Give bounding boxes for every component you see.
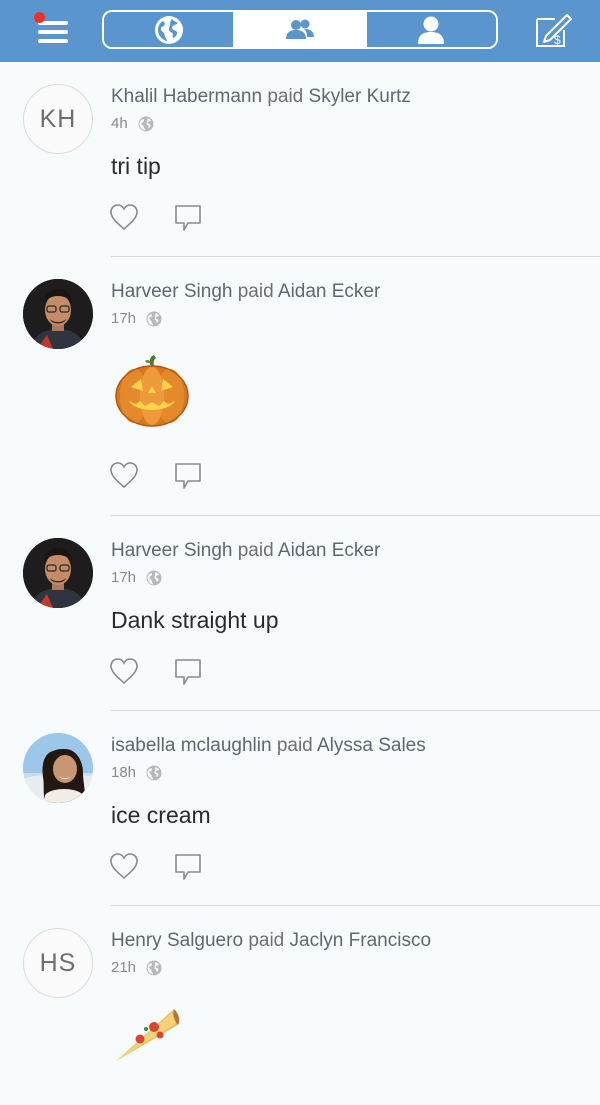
avatar[interactable]: HS: [23, 928, 93, 998]
payer-name[interactable]: Harveer Singh: [111, 540, 232, 561]
story-verb: paid: [248, 930, 285, 951]
story-verb: paid: [237, 540, 274, 561]
payer-name[interactable]: Khalil Habermann: [111, 86, 262, 107]
top-nav-bar: $: [0, 0, 600, 62]
story-meta: 18h: [111, 764, 162, 781]
comment-bubble-icon[interactable]: [173, 203, 203, 233]
story-divider: [111, 515, 600, 516]
pay-or-request-icon: $: [536, 14, 572, 47]
story-headline: Harveer Singh paid Aidan Ecker: [111, 540, 380, 562]
friends-icon: [285, 19, 314, 39]
story-headline: isabella mclaughlin paid Alyssa Sales: [111, 735, 426, 757]
feed-segmented-control: [102, 10, 498, 49]
payer-name[interactable]: isabella mclaughlin: [111, 735, 272, 756]
story-time: 17h: [111, 569, 137, 586]
story-note: Dank straight up: [111, 607, 279, 633]
pay-or-request-button[interactable]: $: [534, 13, 572, 49]
like-heart-icon[interactable]: [109, 203, 139, 231]
story-headline: Henry Salguero paid Jaclyn Francisco: [111, 930, 431, 952]
avatar[interactable]: KH: [23, 84, 93, 154]
story-meta: 4h: [111, 115, 154, 132]
story-headline: Khalil Habermann paid Skyler Kurtz: [111, 86, 411, 108]
notification-dot: [34, 12, 45, 23]
payee-name[interactable]: Aidan Ecker: [278, 540, 380, 561]
jack-o-lantern-emoji: [115, 355, 189, 427]
avatar-initials: HS: [39, 948, 77, 977]
globe-icon: [146, 765, 162, 780]
globe-icon: [146, 960, 162, 975]
story-actions: [109, 203, 203, 233]
payee-name[interactable]: Jaclyn Francisco: [290, 930, 432, 951]
story-time: 21h: [111, 959, 137, 976]
avatar-initials: KH: [39, 104, 77, 133]
payee-name[interactable]: Alyssa Sales: [317, 735, 426, 756]
hamburger-menu-button[interactable]: [34, 12, 74, 48]
story-actions: [109, 657, 203, 687]
story-actions: [109, 852, 203, 882]
story-note: tri tip: [111, 153, 161, 179]
story-divider: [111, 710, 600, 711]
story-time: 4h: [111, 115, 128, 132]
tab-friends-feed[interactable]: [233, 12, 365, 47]
globe-icon: [146, 570, 162, 585]
globe-icon: [146, 311, 162, 326]
like-heart-icon[interactable]: [109, 461, 139, 489]
person-icon: [418, 16, 445, 44]
avatar[interactable]: [23, 279, 93, 349]
tab-public-feed[interactable]: [104, 12, 234, 47]
globe-icon: [154, 15, 183, 44]
payer-name[interactable]: Henry Salguero: [111, 930, 243, 951]
comment-bubble-icon[interactable]: [173, 461, 203, 491]
story-headline: Harveer Singh paid Aidan Ecker: [111, 281, 380, 303]
story-meta: 17h: [111, 569, 162, 586]
story-verb: paid: [267, 86, 304, 107]
menu-bar-line: [38, 39, 68, 43]
payee-name[interactable]: Skyler Kurtz: [309, 86, 411, 107]
payer-name[interactable]: Harveer Singh: [111, 281, 232, 302]
menu-bar-line: [38, 30, 68, 34]
comment-bubble-icon[interactable]: [173, 852, 203, 882]
globe-icon: [138, 116, 154, 131]
pizza-emoji: [116, 1009, 180, 1061]
profile-photo-harveer: [23, 279, 93, 349]
avatar[interactable]: [23, 733, 93, 803]
payee-name[interactable]: Aidan Ecker: [278, 281, 380, 302]
svg-text:$: $: [554, 33, 561, 47]
comment-bubble-icon[interactable]: [173, 657, 203, 687]
story-verb: paid: [237, 281, 274, 302]
story-time: 18h: [111, 764, 137, 781]
story-actions: [109, 461, 203, 491]
story-divider: [111, 256, 600, 257]
like-heart-icon[interactable]: [109, 657, 139, 685]
story-meta: 21h: [111, 959, 162, 976]
profile-photo-isabella: [23, 733, 93, 803]
avatar[interactable]: [23, 538, 93, 608]
story-note: ice cream: [111, 802, 211, 828]
story-verb: paid: [276, 735, 313, 756]
story-time: 17h: [111, 310, 137, 327]
profile-photo-harveer: [23, 538, 93, 608]
like-heart-icon[interactable]: [109, 852, 139, 880]
story-meta: 17h: [111, 310, 162, 327]
tab-my-feed[interactable]: [364, 12, 496, 47]
story-divider: [111, 905, 600, 906]
